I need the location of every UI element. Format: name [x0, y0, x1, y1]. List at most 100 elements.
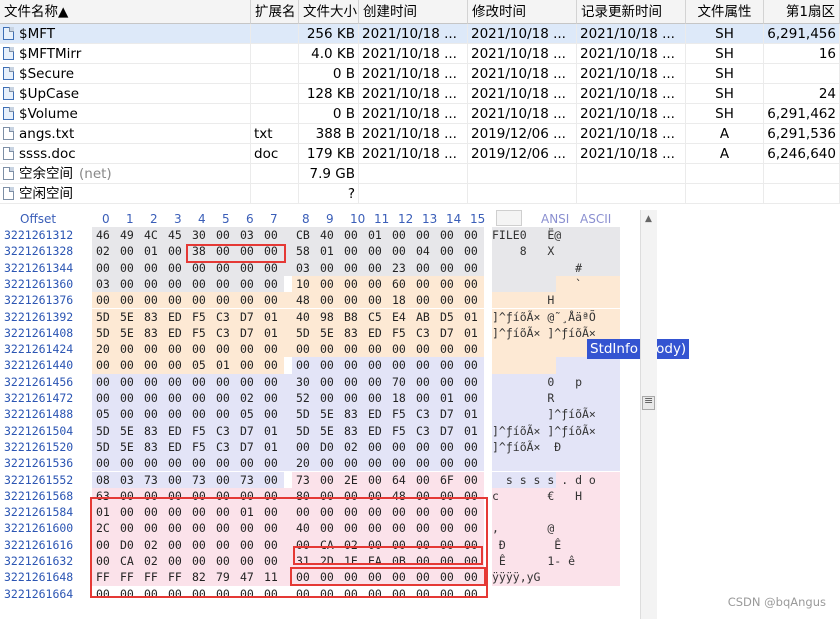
hex-byte[interactable]: 60	[392, 276, 416, 292]
hex-line[interactable]: 3221261536 00 00 00 00 00 00 00 00 20 00 00 00 00 00 00…	[0, 455, 640, 471]
column-header-attributes[interactable]: 文件属性	[686, 0, 764, 24]
hex-byte[interactable]: 00	[368, 260, 392, 276]
hex-byte[interactable]: 00	[320, 341, 344, 357]
hex-byte[interactable]: 00	[264, 390, 288, 406]
ascii-text[interactable]: `	[492, 276, 622, 292]
file-row[interactable]: $Volume 0 B 2021/10/18 ... 2021/10/18 ... 20…	[0, 104, 840, 124]
hex-byte[interactable]: 00	[464, 292, 488, 308]
hex-byte[interactable]: 00	[168, 472, 192, 488]
hex-byte[interactable]: 00	[416, 276, 440, 292]
hex-line[interactable]: 3221261360 03 00 00 00 00 00 00 00 10 00 00 00 60 00 00…	[0, 276, 640, 292]
hex-byte[interactable]: B8	[344, 309, 368, 325]
hex-byte[interactable]: 03	[96, 276, 120, 292]
hex-byte[interactable]: 01	[264, 439, 288, 455]
hex-byte[interactable]: 00	[168, 276, 192, 292]
hex-byte[interactable]: 00	[320, 357, 344, 373]
hex-byte[interactable]: 00	[264, 406, 288, 422]
hex-byte[interactable]: 23	[392, 260, 416, 276]
hex-byte[interactable]: 00	[416, 472, 440, 488]
ascii-text[interactable]	[492, 504, 622, 520]
hex-byte[interactable]: 00	[240, 357, 264, 373]
hex-byte[interactable]: 00	[144, 374, 168, 390]
ascii-text[interactable]	[492, 357, 622, 373]
hex-byte[interactable]: 00	[192, 455, 216, 471]
ascii-text[interactable]: c € H	[492, 488, 622, 504]
hex-byte[interactable]: 00	[240, 276, 264, 292]
file-row[interactable]: $MFTMirr 4.0 KB 2021/10/18 ... 2021/10/18 .…	[0, 44, 840, 64]
hex-byte[interactable]: 00	[120, 390, 144, 406]
column-header-first-sector[interactable]: 第1扇区	[764, 0, 840, 24]
hex-byte[interactable]: 83	[344, 406, 368, 422]
ascii-text[interactable]: ]^ƒíõÃ× ]^ƒíõÃ×	[492, 423, 622, 439]
hex-line[interactable]: 3221261328 02 00 01 00 38 00 00 00 58 01 00 00 00 04 00…	[0, 243, 640, 259]
file-row[interactable]: 空余空间 (net) 7.9 GB	[0, 164, 840, 184]
hex-byte[interactable]: 18	[392, 390, 416, 406]
hex-line[interactable]: 3221261312 46 49 4C 45 30 00 03 00 CB 40 00 01 00 00 00…	[0, 227, 640, 243]
file-row[interactable]: $UpCase 128 KB 2021/10/18 ... 2021/10/18 ..…	[0, 84, 840, 104]
hex-byte[interactable]: 20	[96, 341, 120, 357]
hex-line[interactable]: 3221261408 5D 5E 83 ED F5 C3 D7 01 5D 5E 83 ED F5 C3 D7…	[0, 325, 640, 341]
hex-byte[interactable]: 00	[392, 341, 416, 357]
hex-byte[interactable]: 00	[216, 390, 240, 406]
hex-byte[interactable]: 00	[344, 292, 368, 308]
hex-byte[interactable]: F5	[192, 423, 216, 439]
hex-byte[interactable]: 00	[96, 374, 120, 390]
hex-byte[interactable]: 02	[96, 243, 120, 259]
hex-byte[interactable]: 00	[120, 260, 144, 276]
hex-byte[interactable]: 00	[440, 439, 464, 455]
hex-byte[interactable]: ED	[368, 423, 392, 439]
hex-byte[interactable]: 00	[440, 260, 464, 276]
hex-byte[interactable]: 05	[240, 406, 264, 422]
hex-line[interactable]: 3221261424 20 00 00 00 00 00 00 00 00 00 00 00 00 00 00…	[0, 341, 640, 357]
hex-byte[interactable]: 5D	[296, 423, 320, 439]
hex-byte[interactable]: 00	[144, 260, 168, 276]
ascii-text[interactable]: #	[492, 260, 622, 276]
hex-byte[interactable]: 00	[192, 341, 216, 357]
column-header-extension[interactable]: 扩展名	[251, 0, 299, 24]
hex-byte[interactable]: 00	[344, 374, 368, 390]
hex-byte[interactable]: F5	[392, 325, 416, 341]
hex-byte[interactable]: 00	[240, 292, 264, 308]
hex-byte[interactable]: 02	[240, 390, 264, 406]
hex-byte[interactable]: 02	[344, 439, 368, 455]
hex-byte[interactable]: F5	[392, 423, 416, 439]
hex-byte[interactable]: 00	[464, 341, 488, 357]
ascii-text[interactable]: 8 X	[492, 243, 622, 259]
hex-byte[interactable]: 01	[144, 243, 168, 259]
ascii-text[interactable]	[492, 455, 622, 471]
hex-byte[interactable]: 00	[344, 243, 368, 259]
hex-byte[interactable]: 05	[96, 406, 120, 422]
hex-byte[interactable]: 00	[96, 260, 120, 276]
hex-byte[interactable]: C3	[216, 423, 240, 439]
hex-byte[interactable]: 00	[192, 292, 216, 308]
hex-byte[interactable]: 00	[416, 341, 440, 357]
hex-byte[interactable]: 00	[440, 455, 464, 471]
hex-byte[interactable]: 00	[320, 292, 344, 308]
scroll-up-icon[interactable]: ▲	[645, 214, 652, 224]
hex-byte[interactable]: 01	[264, 423, 288, 439]
hex-line[interactable]: 3221261440 00 00 00 00 05 01 00 00 00 00 00 00 00 00 00…	[0, 357, 640, 373]
hex-byte[interactable]: 00	[368, 292, 392, 308]
hex-byte[interactable]: 00	[144, 357, 168, 373]
hex-byte[interactable]: 00	[168, 374, 192, 390]
hex-byte[interactable]: 00	[392, 243, 416, 259]
hex-line[interactable]: 3221261392 5D 5E 83 ED F5 C3 D7 01 40 98 B8 C5 E4 AB D5…	[0, 309, 640, 325]
hex-byte[interactable]: 52	[296, 390, 320, 406]
hex-byte[interactable]: 00	[416, 227, 440, 243]
ansi-label[interactable]: ANSI	[541, 212, 569, 226]
hex-byte[interactable]: 01	[264, 309, 288, 325]
hex-byte[interactable]: 10	[296, 276, 320, 292]
hex-byte[interactable]: ED	[168, 309, 192, 325]
hex-line[interactable]: 3221261472 00 00 00 00 00 00 02 00 52 00 00 00 18 00 01…	[0, 390, 640, 406]
hex-line[interactable]: 3221261344 00 00 00 00 00 00 00 00 03 00 00 00 23 00 00…	[0, 260, 640, 276]
hex-byte[interactable]: 01	[440, 390, 464, 406]
hex-byte[interactable]: E4	[392, 309, 416, 325]
file-row[interactable]: 空闲空间?	[0, 184, 840, 204]
hex-byte[interactable]: 6F	[440, 472, 464, 488]
hex-byte[interactable]: 00	[192, 390, 216, 406]
hex-byte[interactable]: 00	[296, 341, 320, 357]
hex-byte[interactable]: 70	[392, 374, 416, 390]
hex-byte[interactable]: 00	[96, 357, 120, 373]
hex-byte[interactable]: 5E	[320, 325, 344, 341]
hex-byte[interactable]: C3	[416, 423, 440, 439]
